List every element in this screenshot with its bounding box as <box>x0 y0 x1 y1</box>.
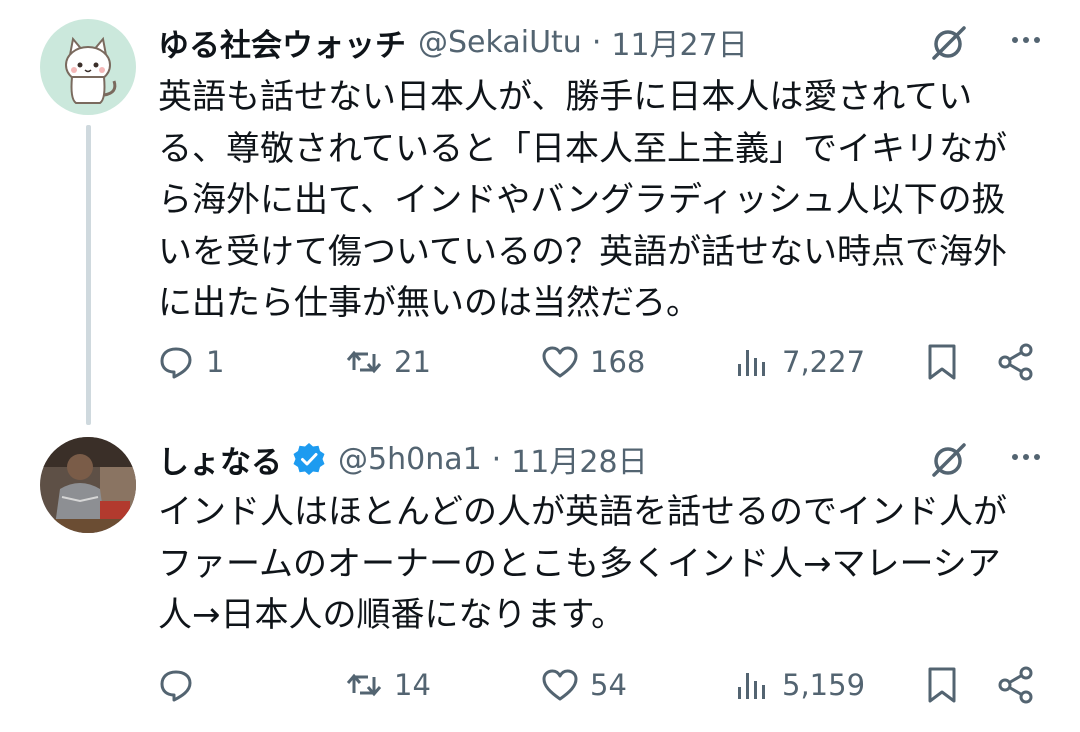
bookmark-icon <box>928 667 956 703</box>
heart-icon <box>542 346 578 378</box>
separator: · <box>491 441 502 477</box>
reply-button[interactable]: 1 <box>156 337 224 387</box>
reply-count: 1 <box>206 345 225 379</box>
timestamp[interactable]: 11月28日 <box>511 437 647 481</box>
like-count: 168 <box>590 345 646 379</box>
more-options-icon[interactable] <box>1006 437 1046 477</box>
tweet[interactable]: しょなる @5h0na1 · 11月28日 インド人はほとんどの人が英語を話せる… <box>0 425 1080 732</box>
analytics-icon <box>738 350 765 376</box>
bookmark-button[interactable] <box>922 660 962 710</box>
tweet-text: インド人はほとんどの人が英語を話せるのでインド人が ファームのオーナーのとこも多… <box>158 492 1007 635</box>
grok-icon[interactable] <box>928 439 970 481</box>
display-name[interactable]: ゆる社会ウォッチ <box>158 20 406 65</box>
separator: · <box>591 24 602 60</box>
bookmark-button[interactable] <box>922 337 962 387</box>
views-button[interactable]: 5,159 <box>732 660 865 710</box>
retweet-count: 14 <box>394 668 431 702</box>
grok-icon[interactable] <box>928 22 970 64</box>
heart-icon <box>542 669 578 701</box>
tweet[interactable]: ゆる社会ウォッチ @SekaiUtu · 11月27日 英語も話せない日本人が、… <box>0 0 1080 425</box>
view-count: 7,227 <box>782 345 866 379</box>
user-handle[interactable]: @5h0na1 <box>338 442 482 477</box>
view-count: 5,159 <box>782 668 866 702</box>
retweet-icon <box>346 350 382 374</box>
verified-badge-icon[interactable] <box>292 442 326 476</box>
bookmark-icon <box>928 344 956 380</box>
more-options-icon[interactable] <box>1006 20 1046 60</box>
retweet-icon <box>346 673 382 697</box>
avatar[interactable] <box>40 437 136 533</box>
display-name[interactable]: しょなる <box>158 437 282 482</box>
tweet-actions: 1 21 168 7,227 <box>0 337 1080 387</box>
reply-button[interactable] <box>156 660 206 710</box>
like-count: 54 <box>590 668 627 702</box>
cat-avatar-icon <box>40 19 136 115</box>
retweet-count: 21 <box>394 345 431 379</box>
tweet-text: 英語も話せない日本人が、勝手に日本人は愛されてい る、尊敬されていると「日本人至… <box>158 77 1007 323</box>
reply-icon <box>160 347 192 379</box>
share-button[interactable] <box>996 337 1036 387</box>
like-button[interactable]: 54 <box>540 660 627 710</box>
tweet-header: しょなる @5h0na1 · 11月28日 <box>158 435 1050 483</box>
analytics-icon <box>738 673 765 699</box>
photo-avatar-icon <box>40 437 136 533</box>
retweet-button[interactable]: 21 <box>344 337 431 387</box>
retweet-button[interactable]: 14 <box>344 660 431 710</box>
user-handle[interactable]: @SekaiUtu <box>418 25 582 60</box>
tweet-actions: 14 54 5,159 <box>0 660 1080 710</box>
avatar[interactable] <box>40 19 136 115</box>
reply-icon <box>160 670 192 702</box>
timestamp[interactable]: 11月27日 <box>611 20 747 64</box>
share-icon <box>998 343 1033 381</box>
like-button[interactable]: 168 <box>540 337 645 387</box>
share-button[interactable] <box>996 660 1036 710</box>
share-icon <box>998 666 1033 704</box>
tweet-header: ゆる社会ウォッチ @SekaiUtu · 11月27日 <box>158 18 1050 66</box>
views-button[interactable]: 7,227 <box>732 337 865 387</box>
